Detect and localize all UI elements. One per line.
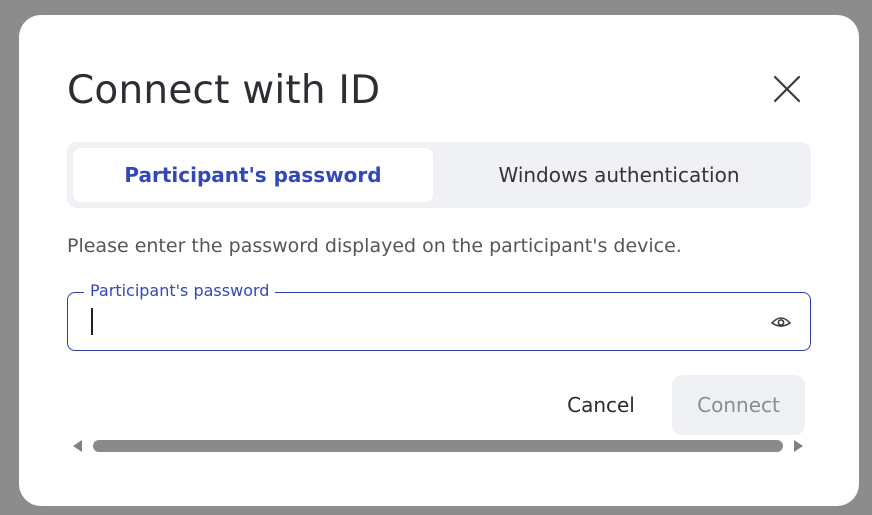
scroll-right-arrow-icon[interactable] bbox=[794, 440, 803, 452]
tab-participants-password[interactable]: Participant's password bbox=[73, 148, 433, 202]
password-field-label: Participant's password bbox=[84, 280, 276, 302]
scroll-left-arrow-icon[interactable] bbox=[73, 440, 82, 452]
text-caret bbox=[91, 308, 93, 335]
password-input[interactable] bbox=[88, 305, 748, 337]
tab-bar: Participant's password Windows authentic… bbox=[67, 142, 811, 208]
toggle-visibility-button[interactable] bbox=[768, 310, 794, 332]
cancel-button[interactable]: Cancel bbox=[547, 375, 655, 435]
connect-dialog: Connect with ID Participant's password W… bbox=[19, 15, 859, 506]
instruction-text: Please enter the password displayed on t… bbox=[67, 235, 682, 257]
close-icon bbox=[773, 75, 801, 103]
scrollbar-thumb[interactable] bbox=[93, 440, 783, 452]
horizontal-scrollbar[interactable] bbox=[67, 435, 811, 457]
password-field: Participant's password bbox=[67, 280, 811, 351]
connect-button[interactable]: Connect bbox=[672, 375, 805, 435]
close-button[interactable] bbox=[767, 69, 807, 109]
dialog-title: Connect with ID bbox=[67, 68, 381, 113]
eye-icon bbox=[771, 317, 791, 327]
tab-windows-authentication[interactable]: Windows authentication bbox=[433, 148, 805, 202]
